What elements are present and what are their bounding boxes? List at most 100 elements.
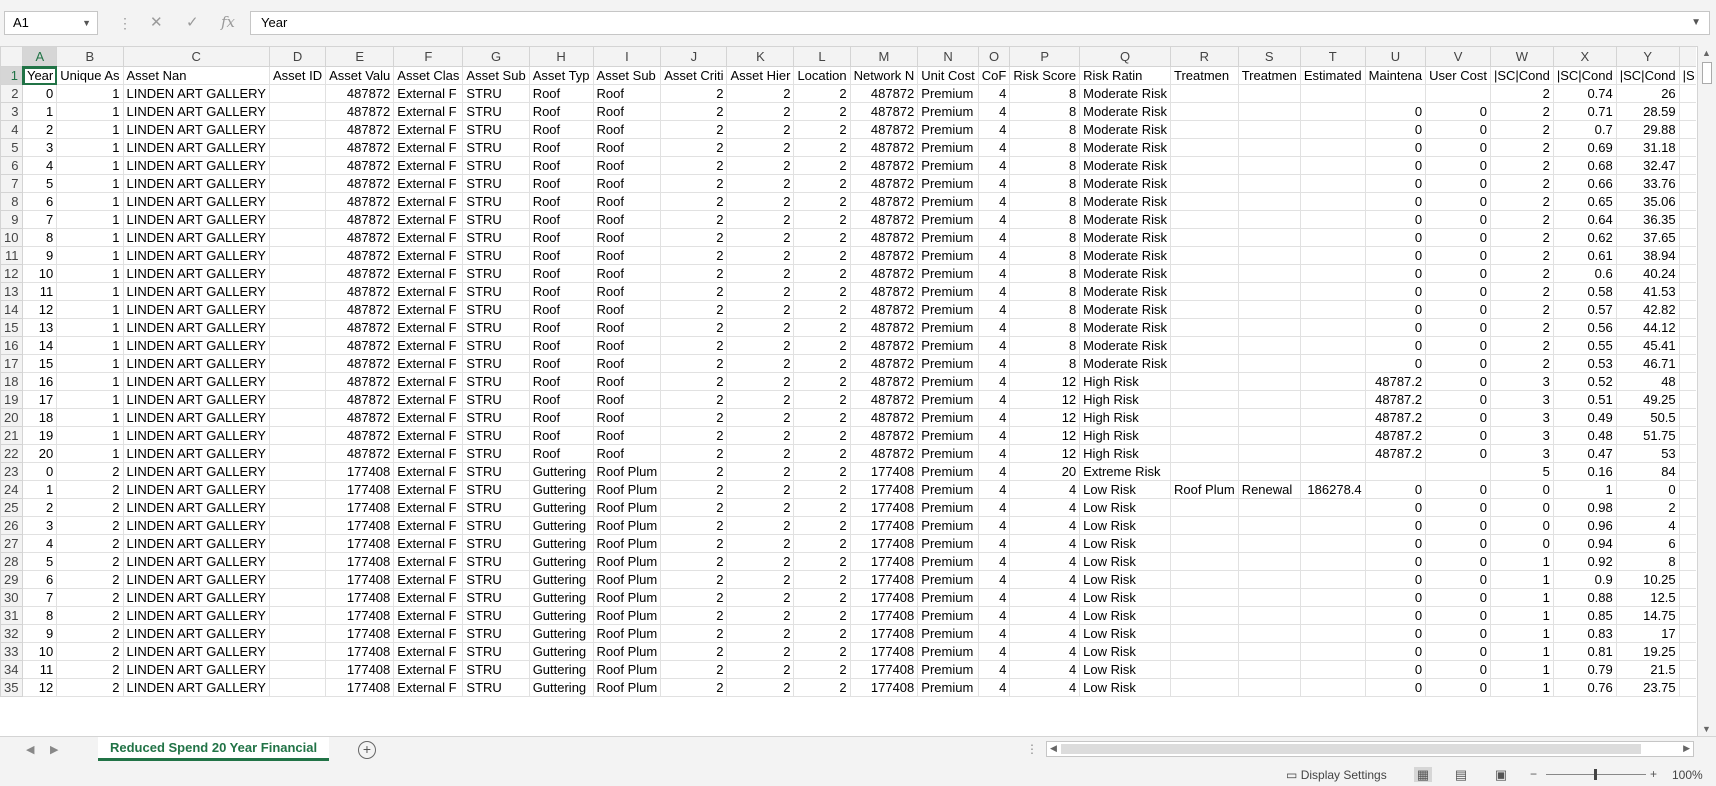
cell[interactable]: 8 [1009, 84, 1081, 103]
cell[interactable] [1169, 228, 1239, 247]
cell[interactable]: 487872 [325, 138, 395, 157]
cell[interactable]: 4 [977, 660, 1011, 679]
cell[interactable]: 2 [660, 534, 728, 553]
cell[interactable] [268, 516, 327, 535]
cell[interactable] [1169, 660, 1239, 679]
cell[interactable]: STRU [462, 336, 530, 355]
column-header[interactable]: V [1425, 46, 1491, 67]
cell[interactable]: 2 [1489, 264, 1554, 283]
cell[interactable]: 2 [726, 336, 795, 355]
cell[interactable]: 0 [1425, 498, 1491, 517]
cell[interactable]: 8 [22, 606, 58, 625]
cell[interactable]: STRU [462, 156, 530, 175]
cell[interactable]: 2 [793, 480, 851, 499]
cell[interactable]: 6 [22, 570, 58, 589]
cell[interactable]: LINDEN ART GALLERY [122, 588, 270, 607]
cell[interactable]: 1 [56, 138, 124, 157]
cell[interactable]: External F [393, 336, 464, 355]
cell[interactable]: Guttering [528, 498, 594, 517]
cell[interactable]: 2 [793, 102, 851, 121]
cell[interactable]: 487872 [325, 444, 395, 463]
cell[interactable]: Premium [917, 498, 979, 517]
cell[interactable] [268, 228, 327, 247]
cell[interactable]: 0.98 [1552, 498, 1617, 517]
cell[interactable]: 1 [1552, 480, 1617, 499]
cell[interactable] [1237, 660, 1301, 679]
spreadsheet-grid[interactable]: ABCDEFGHIJKLMNOPQRSTUVWXYZ 1YearUnique A… [0, 46, 1696, 736]
cell[interactable]: LINDEN ART GALLERY [122, 210, 270, 229]
cell[interactable]: STRU [462, 84, 530, 103]
cell[interactable]: 0.71 [1552, 102, 1617, 121]
cell[interactable] [1678, 354, 1696, 373]
cell[interactable]: 2 [660, 624, 728, 643]
cell[interactable] [268, 336, 327, 355]
cell[interactable]: STRU [462, 588, 530, 607]
column-header[interactable]: H [528, 46, 594, 67]
formula-input[interactable]: Year ▼ [250, 11, 1710, 35]
cell[interactable]: 0.79 [1552, 660, 1617, 679]
cell[interactable]: 38.94 [1615, 246, 1680, 265]
cell[interactable]: Premium [917, 624, 979, 643]
cell[interactable]: Roof [528, 120, 594, 139]
cell[interactable]: 2 [793, 588, 851, 607]
cell[interactable]: 4 [977, 318, 1011, 337]
cell[interactable]: 4 [977, 426, 1011, 445]
cell[interactable]: 28.59 [1615, 102, 1680, 121]
cell[interactable]: External F [393, 354, 464, 373]
cell[interactable]: Premium [917, 390, 979, 409]
cell[interactable] [1299, 606, 1366, 625]
cell[interactable]: 0.52 [1552, 372, 1617, 391]
cell[interactable]: 4 [977, 156, 1011, 175]
cell[interactable]: Premium [917, 336, 979, 355]
cell[interactable]: 2 [793, 336, 851, 355]
cell[interactable]: 4 [977, 588, 1011, 607]
cell[interactable]: 4 [977, 120, 1011, 139]
cell[interactable] [1299, 336, 1366, 355]
cell[interactable]: 0 [1489, 498, 1554, 517]
chevron-down-icon[interactable]: ▼ [82, 12, 91, 34]
cell[interactable]: 48787.2 [1364, 372, 1427, 391]
cell[interactable]: 19 [22, 426, 58, 445]
cell[interactable]: 2 [22, 498, 58, 517]
cell[interactable]: 177408 [325, 552, 395, 571]
cell[interactable]: 8 [1009, 174, 1081, 193]
row-header[interactable]: 3 [0, 102, 24, 121]
cell[interactable]: LINDEN ART GALLERY [122, 408, 270, 427]
cell[interactable]: 7 [22, 588, 58, 607]
cell[interactable]: 2 [726, 624, 795, 643]
cell[interactable]: External F [393, 534, 464, 553]
cell[interactable]: Roof [528, 210, 594, 229]
cell[interactable]: External F [393, 102, 464, 121]
cell[interactable]: Moderate Risk [1079, 300, 1171, 319]
cell[interactable] [268, 588, 327, 607]
cell[interactable]: STRU [462, 498, 530, 517]
cell[interactable] [1169, 336, 1239, 355]
cell[interactable]: LINDEN ART GALLERY [122, 534, 270, 553]
cell[interactable]: Low Risk [1079, 660, 1171, 679]
row-header[interactable]: 10 [0, 228, 24, 247]
cell[interactable]: External F [393, 120, 464, 139]
cell[interactable]: 487872 [325, 318, 395, 337]
cell[interactable]: Roof [528, 228, 594, 247]
cell[interactable]: 487872 [325, 102, 395, 121]
column-header[interactable]: C [122, 46, 270, 67]
cell[interactable]: LINDEN ART GALLERY [122, 462, 270, 481]
cell[interactable]: 4 [977, 642, 1011, 661]
cell[interactable]: 2 [660, 606, 728, 625]
cell[interactable]: 487872 [325, 264, 395, 283]
cell[interactable]: Roof [592, 264, 662, 283]
cell[interactable]: 0.57 [1552, 300, 1617, 319]
cell[interactable]: 0 [1425, 372, 1491, 391]
cell[interactable]: 2 [660, 444, 728, 463]
cell[interactable]: 2 [793, 444, 851, 463]
cell[interactable]: 4 [977, 336, 1011, 355]
cell[interactable]: External F [393, 372, 464, 391]
cell[interactable]: 2 [660, 192, 728, 211]
cell[interactable]: Roof Plum [592, 642, 662, 661]
cell[interactable]: 31.18 [1615, 138, 1680, 157]
normal-view-icon[interactable]: ▦ [1414, 767, 1432, 782]
cell[interactable]: 0.55 [1552, 336, 1617, 355]
row-header[interactable]: 18 [0, 372, 24, 391]
cell[interactable]: 0 [1425, 426, 1491, 445]
cell[interactable]: Roof [592, 318, 662, 337]
